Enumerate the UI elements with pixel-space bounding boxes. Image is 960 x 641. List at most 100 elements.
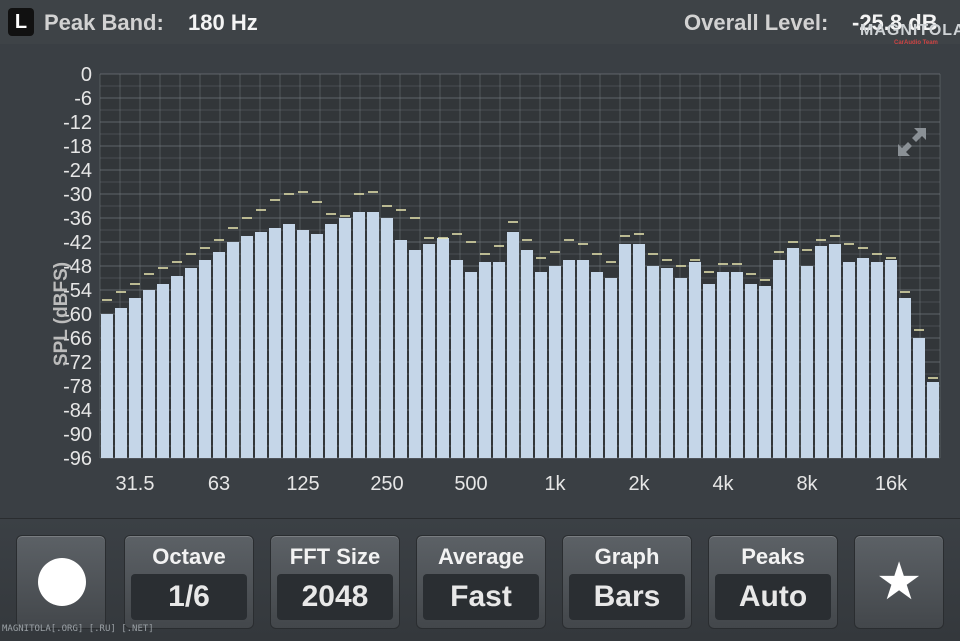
spectrum-bar — [255, 232, 267, 458]
spectrum-bar — [899, 298, 911, 458]
octave-label: Octave — [152, 544, 226, 569]
status-header: L Peak Band: 180 Hz Overall Level: -25.8… — [0, 0, 960, 46]
x-tick-label: 4k — [712, 473, 734, 495]
spectrum-bar — [647, 266, 659, 458]
graph-value: Bars — [569, 574, 685, 620]
spectrum-bar — [367, 212, 379, 458]
spectrum-bar — [129, 298, 141, 458]
average-button[interactable]: Average Fast — [416, 535, 546, 629]
spectrum-bar — [115, 308, 127, 458]
spectrum-bar — [241, 236, 253, 458]
spectrum-bar — [577, 260, 589, 458]
spectrum-bar — [633, 244, 645, 458]
spectrum-bar — [843, 262, 855, 458]
spectrum-bar — [913, 338, 925, 458]
graph-button[interactable]: Graph Bars — [562, 535, 692, 629]
spectrum-bar — [507, 232, 519, 458]
x-tick-label: 31.5 — [116, 473, 155, 495]
octave-button[interactable]: Octave 1/6 — [124, 535, 254, 629]
spectrum-bar — [703, 284, 715, 458]
spectrum-bar — [759, 286, 771, 458]
expand-icon[interactable] — [894, 124, 930, 160]
y-tick-label: -84 — [63, 400, 92, 422]
average-label: Average — [437, 544, 524, 569]
spectrum-bar — [857, 258, 869, 458]
y-tick-label: -30 — [63, 184, 92, 206]
peak-band-label: Peak Band: — [44, 10, 164, 35]
spectrum-bar — [801, 266, 813, 458]
average-value: Fast — [423, 574, 539, 620]
y-tick-label: -24 — [63, 160, 92, 182]
spectrum-bar — [885, 260, 897, 458]
spectrum-bar — [675, 278, 687, 458]
fft-size-label: FFT Size — [289, 544, 381, 569]
spectrum-bar — [311, 234, 323, 458]
y-tick-label: -12 — [63, 112, 92, 134]
spectrum-chart[interactable]: 0-6-12-18-24-30-36-42-48-54-60-66-72-78-… — [0, 44, 960, 518]
spectrum-bar — [465, 272, 477, 458]
spectrum-bar — [353, 212, 365, 458]
spectrum-bar — [619, 244, 631, 458]
spectrum-bar — [605, 278, 617, 458]
y-tick-label: -78 — [63, 376, 92, 398]
spectrum-bar — [213, 252, 225, 458]
spectrum-bar — [689, 262, 701, 458]
spectrum-bar — [717, 272, 729, 458]
spectrum-plot-area[interactable]: 0 -6 -12 -18 -24 -30 -36 -42 -48 -54 -60 -66 -72 -78-… — [0, 44, 960, 518]
x-tick-label: 63 — [208, 473, 230, 495]
y-tick-label: -36 — [63, 208, 92, 230]
spectrum-bar — [563, 260, 575, 458]
octave-value: 1/6 — [131, 574, 247, 620]
y-tick-label: -6 — [74, 88, 92, 110]
y-tick-label: -42 — [63, 232, 92, 254]
spectrum-bar — [269, 228, 281, 458]
spectrum-bar — [493, 262, 505, 458]
spectrum-bar — [185, 268, 197, 458]
y-tick-label: -90 — [63, 424, 92, 446]
spectrum-bar — [325, 224, 337, 458]
spectrum-bar — [157, 284, 169, 458]
x-tick-label: 2k — [628, 473, 650, 495]
x-tick-label: 16k — [875, 473, 908, 495]
spectrum-bar — [381, 218, 393, 458]
spectrum-bar — [339, 218, 351, 458]
record-dot-icon — [38, 558, 86, 606]
y-tick-label: 0 — [81, 64, 92, 86]
spectrum-bar — [871, 262, 883, 458]
peaks-value: Auto — [715, 574, 831, 620]
spectrum-bar — [101, 314, 113, 458]
peak-band-value: 180 Hz — [188, 10, 258, 35]
y-tick-label: -96 — [63, 448, 92, 470]
spectrum-bar — [437, 238, 449, 458]
x-tick-label: 1k — [544, 473, 566, 495]
spectrum-bar — [479, 262, 491, 458]
star-icon: ★ — [875, 553, 923, 611]
spectrum-bar — [423, 244, 435, 458]
bottom-toolbar: Octave 1/6 FFT Size 2048 Average Fast Gr… — [0, 518, 960, 641]
spectrum-bar — [927, 382, 939, 458]
footer-watermark: MAGNITOLA[.ORG] [.RU] [.NET] — [2, 624, 154, 634]
x-tick-label: 125 — [286, 473, 319, 495]
spectrum-bar — [451, 260, 463, 458]
peaks-button[interactable]: Peaks Auto — [708, 535, 838, 629]
x-tick-label: 250 — [370, 473, 403, 495]
spectrum-bar — [395, 240, 407, 458]
channel-badge[interactable]: L — [8, 8, 34, 36]
spectrum-bar — [297, 230, 309, 458]
fft-size-button[interactable]: FFT Size 2048 — [270, 535, 400, 629]
spectrum-bar — [773, 260, 785, 458]
spectrum-bar — [661, 268, 673, 458]
overall-level-label: Overall Level: — [684, 10, 829, 35]
watermark-logo-text: MAGNITOLA — [860, 22, 960, 39]
x-tick-label: 500 — [454, 473, 487, 495]
y-tick-label: -18 — [63, 136, 92, 158]
spectrum-bar — [171, 276, 183, 458]
record-button[interactable] — [16, 535, 106, 629]
spectrum-bar — [731, 272, 743, 458]
favorite-button[interactable]: ★ — [854, 535, 944, 629]
spectrum-bar — [227, 242, 239, 458]
spectrum-bar — [199, 260, 211, 458]
spectrum-bar — [549, 266, 561, 458]
fft-size-value: 2048 — [277, 574, 393, 620]
spectrum-bar — [829, 244, 841, 458]
